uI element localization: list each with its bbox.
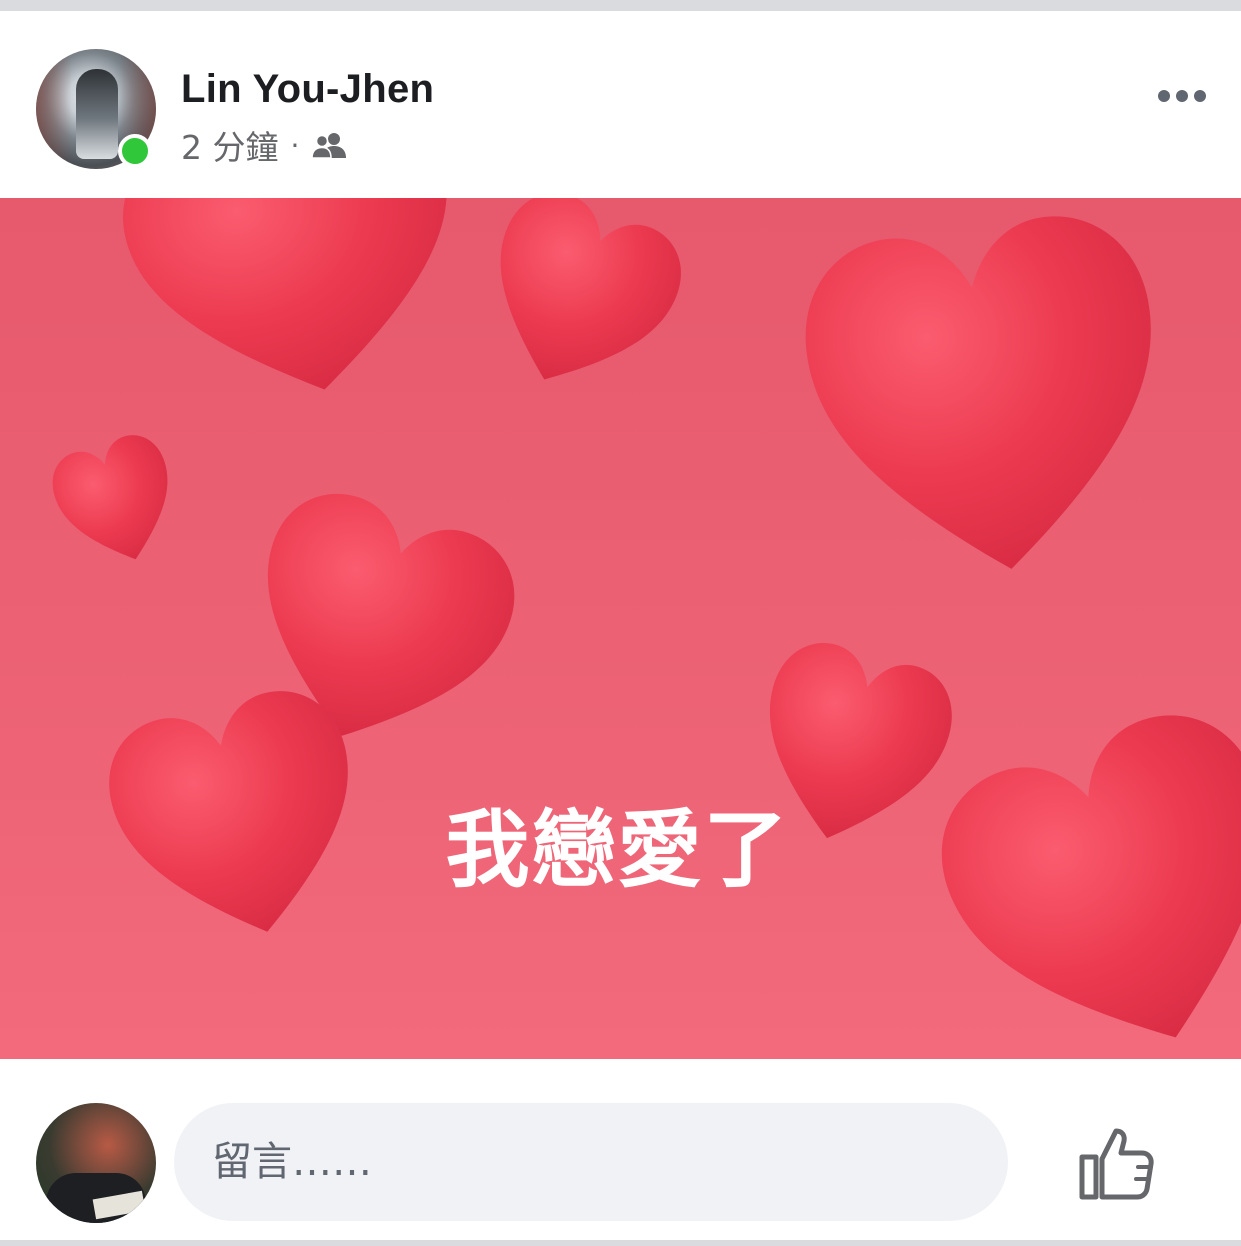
- friends-icon[interactable]: [311, 131, 347, 159]
- more-dot-icon: [1194, 90, 1206, 102]
- comment-input[interactable]: [174, 1103, 1008, 1221]
- viewer-avatar[interactable]: [36, 1103, 156, 1223]
- heart-icon: [459, 198, 697, 414]
- heart-icon: [43, 426, 191, 578]
- heart-icon: [792, 204, 1183, 593]
- meta-separator: ·: [290, 128, 300, 162]
- more-dot-icon: [1158, 90, 1170, 102]
- heart-icon: [107, 198, 485, 424]
- more-dot-icon: [1176, 90, 1188, 102]
- thumbs-up-icon[interactable]: [1076, 1123, 1156, 1203]
- more-options-button[interactable]: [1152, 78, 1212, 114]
- top-divider: [0, 0, 1241, 11]
- post-meta: 2 分鐘 ·: [181, 125, 347, 167]
- post-banner[interactable]: 我戀愛了: [0, 198, 1241, 1059]
- bottom-divider: [0, 1240, 1241, 1246]
- post-header: Lin You-Jhen 2 分鐘 ·: [0, 11, 1241, 198]
- status-text: 我戀愛了: [445, 801, 790, 899]
- hearts-background: [43, 198, 1241, 1059]
- author-name[interactable]: Lin You-Jhen: [181, 67, 434, 112]
- post-time[interactable]: 2 分鐘: [181, 121, 279, 169]
- online-status-dot: [118, 134, 152, 168]
- comment-composer: [0, 1059, 1241, 1240]
